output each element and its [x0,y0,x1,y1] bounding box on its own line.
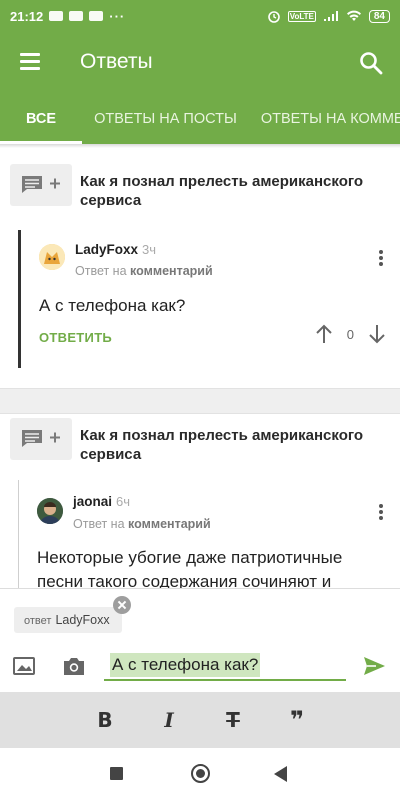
downvote-icon[interactable] [368,324,386,344]
reply-input-field[interactable]: А с телефона как? [104,651,346,681]
comment-text: Некоторые убогие даже патриотичные песни… [37,548,343,588]
image-icon[interactable] [12,655,36,677]
volte-icon: VoLTE [287,10,316,22]
add-comment-button[interactable] [10,418,72,460]
reply-input-text[interactable]: А с телефона как? [110,653,261,677]
avatar[interactable] [39,244,65,270]
system-nav-bar [0,748,400,800]
recents-icon[interactable] [110,767,123,780]
rating-count: 0 [346,326,354,342]
more-notifications-icon: ··· [109,8,126,24]
page-title: Ответы [80,50,153,73]
tab-comment-replies[interactable]: ОТВЕТЫ НА КОММЕНТАРИИ [249,94,400,144]
tab-bar: ВСЕ ОТВЕТЫ НА ПОСТЫ ОТВЕТЫ НА КОММЕНТАРИ… [0,94,400,144]
comment-author[interactable]: jaonai 6ч [73,494,130,509]
alarm-icon [267,11,280,23]
app-bar: Ответы [0,32,400,94]
reply-meta: Ответ на комментарий [75,264,213,278]
youtube-icon [69,11,84,21]
chip-user: LadyFoxx [55,613,110,627]
author-name[interactable]: jaonai [73,494,112,509]
tabs-shadow [0,144,400,148]
post-title[interactable]: Как я познал прелесть американского серв… [80,426,380,464]
fox-avatar-icon [39,244,65,270]
battery-icon: 84 [368,9,390,23]
comment: LadyFoxx 3ч Ответ на комментарий А с теле… [18,230,400,368]
reply-card: Как я познал прелесть американского серв… [0,160,400,390]
reply-to-chip: ответ LadyFoxx [14,607,122,633]
camera-icon[interactable] [62,655,86,677]
upvote-icon[interactable] [315,324,333,344]
comment: jaonai 6ч Ответ на комментарий Некоторые … [18,480,400,588]
comment-author[interactable]: LadyFoxx 3ч [75,242,156,257]
add-comment-icon [22,430,60,447]
quote-button[interactable]: ❞ [280,703,314,737]
message-icon [49,11,64,21]
avatar[interactable] [37,498,63,524]
menu-icon[interactable] [20,53,42,71]
reply-target-link[interactable]: комментарий [130,264,213,278]
youtube-icon-2 [89,11,104,21]
close-icon[interactable] [113,596,131,614]
tab-all[interactable]: ВСЕ [0,94,83,144]
strikethrough-button[interactable]: T [216,703,250,737]
add-comment-button[interactable] [10,164,72,206]
tab-post-replies[interactable]: ОТВЕТЫ НА ПОСТЫ [82,94,249,144]
more-options-icon[interactable] [378,248,384,268]
comment-time: 3ч [142,242,157,257]
vote-controls: 0 [315,324,386,344]
bold-button[interactable]: B [88,703,122,737]
comment-time: 6ч [116,494,131,509]
reply-meta: Ответ на комментарий [73,517,211,531]
wifi-icon [346,10,361,21]
post-header[interactable]: Как я познал прелесть американского серв… [0,160,400,216]
search-icon[interactable] [358,50,384,76]
more-options-icon[interactable] [378,502,384,522]
reply-card: Как я познал прелесть американского серв… [0,414,400,588]
reply-prefix: Ответ на [75,264,127,278]
add-comment-icon [22,176,60,193]
post-header[interactable]: Как я познал прелесть американского серв… [0,414,400,470]
chip-prefix: ответ [24,615,52,627]
signal-icon [323,11,338,21]
reply-target-link[interactable]: комментарий [128,517,211,531]
format-toolbar: B I T ❞ [0,692,400,748]
user-avatar-icon [37,498,63,524]
reply-button[interactable]: ОТВЕТИТЬ [39,330,112,345]
card-divider [0,388,400,414]
italic-button[interactable]: I [152,703,186,737]
reply-composer: ответ LadyFoxx А с телефона как? [0,588,400,692]
comment-text: А с телефона как? [39,296,186,315]
reply-prefix: Ответ на [73,517,125,531]
post-title[interactable]: Как я познал прелесть американского серв… [80,172,380,210]
status-time: 21:12 [10,8,44,24]
send-icon[interactable] [362,655,386,677]
status-bar: 21:12 ··· VoLTE 84 [0,0,400,32]
home-icon[interactable] [191,764,210,783]
back-icon[interactable] [274,766,287,782]
author-name[interactable]: LadyFoxx [75,242,138,257]
